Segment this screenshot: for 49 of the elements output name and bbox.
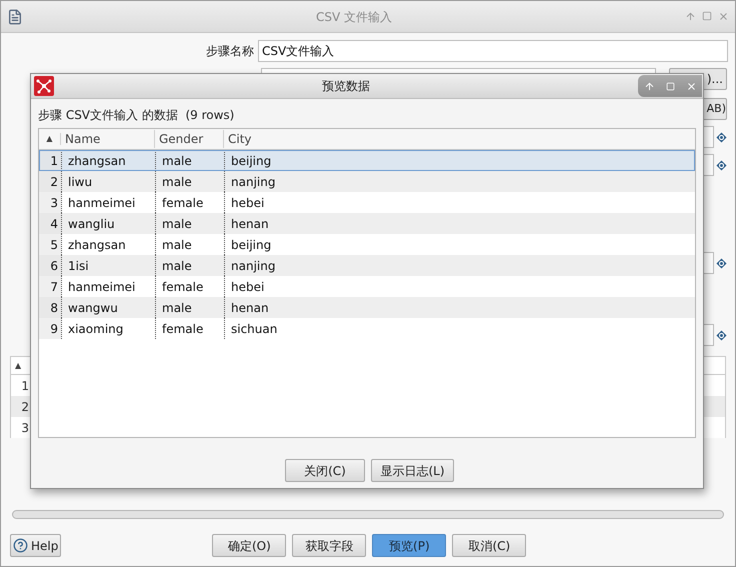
- dialog-button[interactable]: 取消(C): [452, 534, 526, 557]
- data-caption: 步骤 CSV文件输入 的数据 (9 rows): [38, 107, 236, 124]
- row-number: 2: [39, 171, 61, 192]
- variable-icon: [716, 132, 727, 142]
- column-header[interactable]: Name: [61, 130, 155, 148]
- row-number: 1: [39, 150, 61, 171]
- variable-icon: [716, 258, 727, 268]
- row-number: 9: [39, 318, 61, 339]
- row-number: 1: [20, 378, 29, 394]
- window-title: CSV 文件输入: [314, 8, 394, 26]
- variable-icon: [716, 160, 727, 170]
- column-header[interactable]: City: [224, 130, 695, 148]
- column-header[interactable]: Gender: [155, 130, 224, 148]
- row-number: 8: [39, 297, 61, 318]
- step-name-field[interactable]: CSV文件输入: [258, 40, 728, 62]
- table-row[interactable]: 8 wangwu male henan: [39, 297, 695, 318]
- table-row[interactable]: 2 liwu male nanjing: [39, 171, 695, 192]
- app-logo-icon: [34, 76, 54, 96]
- field-label: 步骤名称: [205, 43, 255, 60]
- dialog-button[interactable]: 确定(O): [212, 534, 286, 557]
- table-row[interactable]: 6 1isi male nanjing: [39, 255, 695, 276]
- keep-above-icon[interactable]: [685, 11, 696, 22]
- close-button[interactable]: 关闭(C): [285, 459, 365, 482]
- row-number: 7: [39, 276, 61, 297]
- close-icon[interactable]: [718, 11, 729, 22]
- row-number: 4: [39, 213, 61, 234]
- row-number: 2: [20, 398, 29, 416]
- row-number: 6: [39, 255, 61, 276]
- keep-above-icon[interactable]: [644, 80, 654, 92]
- maximize-icon[interactable]: [702, 11, 712, 21]
- show-log-button[interactable]: 显示日志(L): [371, 459, 454, 482]
- sort-indicator[interactable]: ▲: [15, 360, 22, 372]
- table-cell: sichuan: [224, 318, 695, 339]
- dialog-title: 预览数据: [322, 78, 370, 95]
- sort-indicator[interactable]: ▲: [39, 133, 61, 145]
- row-number: 3: [20, 420, 29, 436]
- document-icon: [7, 8, 23, 24]
- table-row[interactable]: 4 wangliu male henan: [39, 213, 695, 234]
- dialog-button[interactable]: 预览(P): [372, 534, 446, 557]
- table-row[interactable]: 1 zhangsan male beijing: [39, 150, 695, 171]
- close-icon[interactable]: [686, 80, 696, 92]
- help-icon: [13, 538, 28, 553]
- dialog-button[interactable]: 获取字段: [292, 534, 366, 557]
- table-cell: female: [155, 318, 224, 339]
- help-button[interactable]: Help: [10, 534, 62, 557]
- row-number: 5: [39, 234, 61, 255]
- table-cell: xiaoming: [61, 318, 155, 339]
- variable-icon: [716, 330, 727, 340]
- row-number: 3: [39, 192, 61, 213]
